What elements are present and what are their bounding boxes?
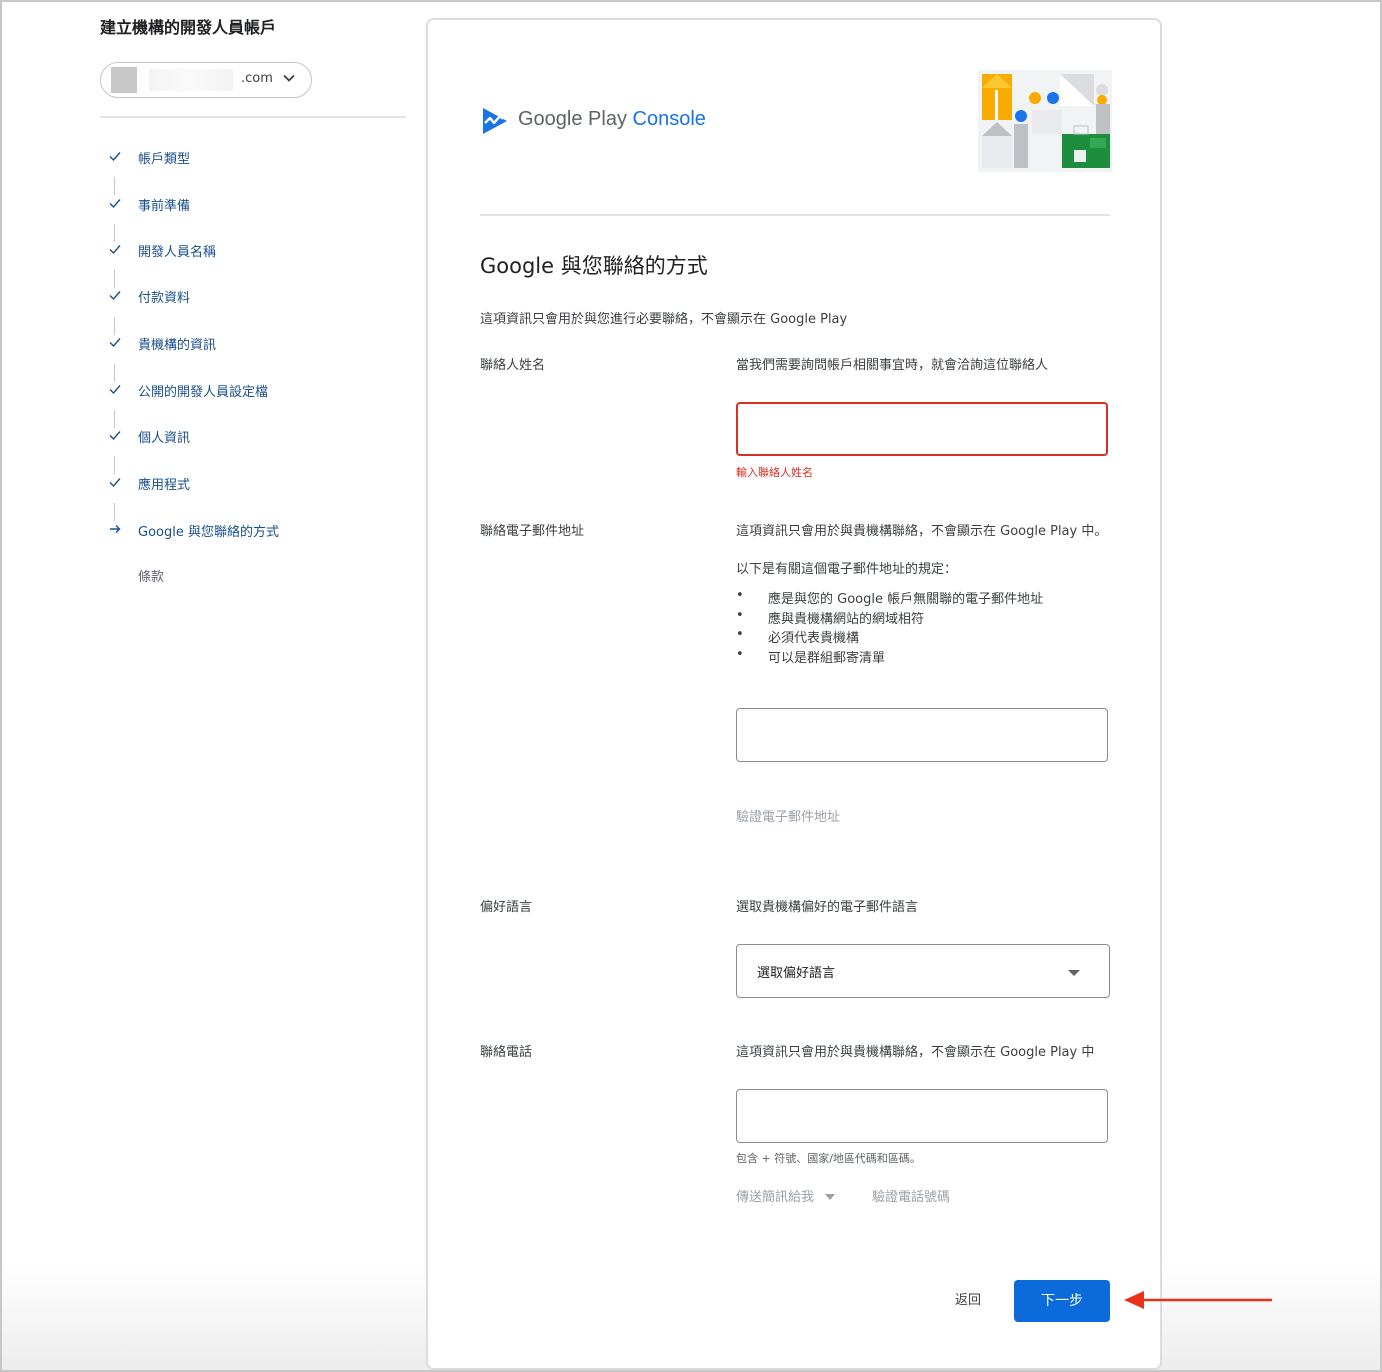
- step-item-personal-info[interactable]: 個人資訊: [100, 425, 400, 449]
- contact-phone-label: 聯絡電話: [480, 1045, 533, 1060]
- account-switcher[interactable]: .com: [100, 62, 312, 98]
- play-console-logo: Google Play Console: [480, 102, 720, 142]
- check-icon: [109, 245, 121, 255]
- rule-text: 必須代表貴機構: [768, 631, 860, 646]
- preferred-language-description: 選取貴機構偏好的電子郵件語言: [736, 900, 919, 915]
- step-item-account-type[interactable]: 帳戶類型: [100, 146, 400, 170]
- rule-text: 應與貴機構網站的網域相符: [768, 611, 925, 627]
- step-item-organization-info[interactable]: 貴機構的資訊: [100, 332, 400, 356]
- step-item-terms[interactable]: 條款: [100, 564, 400, 588]
- list-item: • 應是與您的 Google 帳戶無關聯的電子郵件地址: [736, 588, 1108, 608]
- step-label: 付款資料: [138, 291, 191, 306]
- step-item-apps[interactable]: 應用程式: [100, 472, 400, 496]
- step-label: 開發人員名稱: [138, 245, 217, 260]
- contact-email-description: 這項資訊只會用於與貴機構聯絡，不會顯示在 Google Play 中。: [736, 524, 1108, 539]
- contact-name-error: 輸入聯絡人姓名: [736, 466, 813, 479]
- check-icon: [109, 291, 121, 301]
- bullet: •: [736, 607, 744, 623]
- contact-phone-description: 這項資訊只會用於與貴機構聯絡，不會顯示在 Google Play 中: [736, 1045, 1095, 1060]
- card-divider: [480, 214, 1110, 216]
- preferred-language-label: 偏好語言: [480, 900, 533, 915]
- send-sms-button[interactable]: 傳送簡訊給我: [736, 1186, 814, 1205]
- step-label: 個人資訊: [138, 431, 191, 446]
- verify-phone-button[interactable]: 驗證電話號碼: [872, 1186, 950, 1205]
- brand-wordmark: Google Play Console: [518, 108, 706, 131]
- check-icon: [109, 199, 121, 209]
- contact-email-input[interactable]: [736, 708, 1108, 762]
- arrow-right-icon: [110, 525, 121, 533]
- bullet: •: [736, 588, 744, 603]
- contact-name-input[interactable]: [736, 402, 1108, 456]
- account-domain: .com: [241, 71, 273, 86]
- step-label: 貴機構的資訊: [138, 338, 217, 353]
- list-item: • 應與貴機構網站的網域相符: [736, 608, 1108, 628]
- contact-name-label: 聯絡人姓名: [480, 358, 546, 373]
- back-button[interactable]: 返回: [938, 1286, 998, 1316]
- rule-text: 可以是群組郵寄清單: [768, 650, 886, 666]
- step-label: 事前準備: [138, 199, 191, 214]
- step-label: 條款: [138, 570, 165, 585]
- header-illustration: [978, 70, 1112, 172]
- contact-email-rules: • 應是與您的 Google 帳戶無關聯的電子郵件地址 • 應與貴機構網站的網域相符…: [736, 588, 1108, 666]
- check-icon: [109, 431, 121, 441]
- page-title: Google 與您聯絡的方式: [480, 254, 708, 278]
- step-item-prerequisites[interactable]: 事前準備: [100, 193, 400, 217]
- contact-phone-input[interactable]: [736, 1089, 1108, 1143]
- list-item: • 必須代表貴機構: [736, 627, 1108, 647]
- sidebar-title: 建立機構的開發人員帳戶: [100, 18, 277, 37]
- account-avatar: [111, 67, 137, 93]
- account-email-redacted: [149, 69, 233, 91]
- check-icon: [109, 152, 121, 162]
- page-subtitle: 這項資訊只會用於與您進行必要聯絡，不會顯示在 Google Play: [480, 312, 848, 327]
- play-console-icon: [483, 108, 507, 134]
- screenshot-frame: 建立機構的開發人員帳戶 .com 帳戶類型 事前準備 開發人員名稱 付款資料 貴…: [0, 0, 1382, 1372]
- step-label: 公開的開發人員設定檔: [138, 385, 269, 400]
- annotation-arrow-icon: [1124, 1291, 1272, 1309]
- brand-google-play: Google Play: [518, 108, 627, 130]
- step-item-payment[interactable]: 付款資料: [100, 285, 400, 309]
- rule-text: 應是與您的 Google 帳戶無關聯的電子郵件地址: [768, 592, 1044, 607]
- contact-phone-helper: 包含 + 符號、國家/地區代碼和區碼。: [736, 1152, 921, 1165]
- preferred-language-value: 選取偏好語言: [757, 966, 836, 981]
- brand-console: Console: [632, 108, 706, 130]
- bullet: •: [736, 627, 744, 642]
- step-label: Google 與您聯絡的方式: [138, 525, 279, 540]
- step-item-public-profile[interactable]: 公開的開發人員設定檔: [100, 379, 400, 403]
- list-item: • 可以是群組郵寄清單: [736, 647, 1108, 667]
- step-item-contact-method[interactable]: Google 與您聯絡的方式: [100, 519, 400, 543]
- preferred-language-select[interactable]: 選取偏好語言: [736, 944, 1110, 998]
- contact-email-label: 聯絡電子郵件地址: [480, 524, 585, 539]
- chevron-down-icon: [283, 74, 295, 82]
- check-icon: [109, 478, 121, 488]
- sidebar: 建立機構的開發人員帳戶 .com 帳戶類型 事前準備 開發人員名稱 付款資料 貴…: [100, 16, 406, 585]
- verify-email-button[interactable]: 驗證電子郵件地址: [736, 806, 840, 825]
- form-card: Google Play Console Google 與您聯絡的方式 這項資訊只…: [426, 18, 1162, 1370]
- step-label: 應用程式: [138, 478, 191, 493]
- caret-down-icon[interactable]: [824, 1193, 836, 1201]
- contact-email-rules-intro: 以下是有關這個電子郵件地址的規定：: [736, 562, 958, 577]
- step-item-developer-name[interactable]: 開發人員名稱: [100, 239, 400, 263]
- bullet: •: [736, 646, 744, 662]
- sidebar-divider: [100, 116, 406, 118]
- caret-down-icon: [1068, 970, 1080, 976]
- next-button[interactable]: 下一步: [1014, 1280, 1110, 1322]
- check-icon: [109, 385, 121, 395]
- step-label: 帳戶類型: [138, 152, 191, 167]
- contact-name-description: 當我們需要詢問帳戶相關事宜時，就會洽詢這位聯絡人: [736, 358, 1049, 373]
- check-icon: [109, 338, 121, 348]
